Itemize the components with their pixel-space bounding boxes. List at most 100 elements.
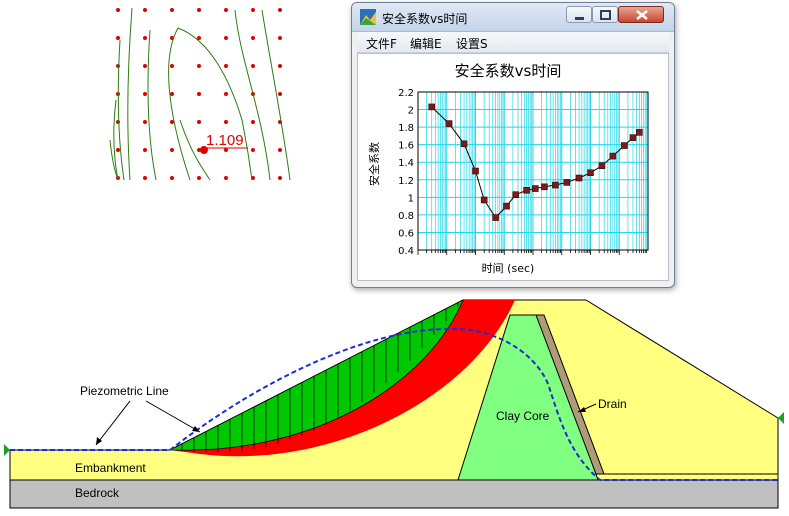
fs-point xyxy=(460,140,468,148)
menu-bar: 文件F 编辑E 设置S xyxy=(357,32,669,53)
fs-vs-time-chart: 安全系数vs时间 0.4 0.6 0.8 1 1.2 1.4 1.6 1.8 2 2.2 时间 (… xyxy=(367,62,649,275)
grid-dot xyxy=(251,36,255,40)
grid-dot xyxy=(251,8,255,12)
search-grid-dots xyxy=(116,8,282,180)
fs-point xyxy=(598,162,606,170)
grid-dot xyxy=(170,148,174,152)
fs-point xyxy=(609,152,617,160)
chart-panel: 安全系数vs时间 0.4 0.6 0.8 1 1.2 1.4 1.6 1.8 2 2.2 时间 (… xyxy=(357,53,669,281)
grid-dot xyxy=(116,8,120,12)
fs-point xyxy=(445,120,453,127)
grid-dot xyxy=(251,64,255,68)
grid-dot xyxy=(278,8,282,12)
grid-dot xyxy=(197,92,201,96)
fs-point xyxy=(621,142,628,149)
window-title: 安全系数vs时间 xyxy=(382,12,468,26)
y-tick-label: 0.4 xyxy=(398,246,414,257)
fs-point xyxy=(523,187,530,194)
grid-dot xyxy=(224,92,228,96)
grid-dot xyxy=(278,92,282,96)
close-button[interactable] xyxy=(618,6,664,23)
y-axis-label: 安全系数 xyxy=(367,142,381,186)
grid-dot xyxy=(197,64,201,68)
chart-grid xyxy=(417,91,649,251)
grid-dot xyxy=(143,64,147,68)
grid-dot xyxy=(116,148,120,152)
embankment-label: Embankment xyxy=(75,461,146,475)
grid-dot xyxy=(116,64,120,68)
grid-dot xyxy=(143,176,147,180)
x-axis-label: 时间 (sec) xyxy=(482,262,535,275)
grid-dot xyxy=(143,92,147,96)
maximize-icon xyxy=(600,10,611,20)
fs-point xyxy=(541,183,548,191)
piezometric-line-label: Piezometric Line xyxy=(80,384,169,398)
grid-dot xyxy=(197,120,201,124)
y-tick-label: 1 xyxy=(408,193,414,204)
grid-dot xyxy=(278,64,282,68)
grid-dot xyxy=(197,8,201,12)
close-icon xyxy=(636,10,648,20)
y-tick-label: 1.6 xyxy=(398,141,414,152)
grid-dot xyxy=(251,148,255,152)
fs-point xyxy=(563,179,571,186)
fs-point xyxy=(531,185,539,192)
x-axis-ticks xyxy=(417,250,648,255)
grid-dot xyxy=(143,120,147,124)
grid-dot xyxy=(143,8,147,12)
grid-dot xyxy=(251,120,255,124)
piezometric-arrow-2 xyxy=(145,400,201,433)
grid-dot xyxy=(224,176,228,180)
grid-dot xyxy=(278,148,282,152)
menu-edit[interactable]: 编辑E xyxy=(410,35,442,52)
window-titlebar[interactable]: 安全系数vs时间 xyxy=(352,3,674,32)
y-tick-label: 2.2 xyxy=(398,88,414,99)
bedrock-layer xyxy=(9,479,779,509)
grid-dot xyxy=(170,8,174,12)
minimize-button[interactable] xyxy=(566,6,592,23)
fs-point xyxy=(512,191,519,198)
clay-core-label: Clay Core xyxy=(496,409,550,423)
y-tick-label: 2 xyxy=(408,106,414,117)
y-tick-labels: 0.4 0.6 0.8 1 1.2 1.4 1.6 1.8 2 2.2 xyxy=(398,88,414,257)
bedrock-label: Bedrock xyxy=(75,486,120,500)
maximize-button[interactable] xyxy=(592,6,618,23)
y-tick-label: 0.6 xyxy=(398,228,414,239)
grid-dot xyxy=(278,36,282,40)
left-boundary-marker xyxy=(4,444,10,456)
fs-point xyxy=(636,129,643,136)
y-tick-label: 1.8 xyxy=(398,123,414,134)
grid-dot xyxy=(224,64,228,68)
grid-dot xyxy=(224,36,228,40)
fs-point xyxy=(503,202,510,210)
y-tick-label: 0.8 xyxy=(398,211,414,222)
grid-dot xyxy=(170,176,174,180)
piezometric-arrow-1 xyxy=(95,400,131,446)
grid-dot xyxy=(170,64,174,68)
grid-dot xyxy=(170,92,174,96)
grid-dot xyxy=(143,148,147,152)
grid-dot xyxy=(116,36,120,40)
grid-dot xyxy=(278,176,282,180)
grid-dot xyxy=(197,176,201,180)
fs-point xyxy=(587,169,594,177)
minimize-icon xyxy=(575,17,584,20)
fs-point xyxy=(552,181,559,189)
grid-dot xyxy=(143,36,147,40)
menu-settings[interactable]: 设置S xyxy=(456,35,488,52)
fs-vs-time-window[interactable]: 安全系数vs时间 文件F 编辑E 设置S 安全系数vs时间 0.4 0.6 0.8 1… xyxy=(351,2,675,288)
fs-point xyxy=(492,214,499,221)
grid-dot xyxy=(116,120,120,124)
y-tick-label: 1.4 xyxy=(398,158,414,169)
app-icon xyxy=(360,9,376,25)
y-tick-label: 1.2 xyxy=(398,176,414,187)
fs-point xyxy=(428,103,436,111)
menu-file[interactable]: 文件F xyxy=(366,35,397,52)
drain-label: Drain xyxy=(598,397,627,411)
fs-point xyxy=(472,167,479,175)
fs-point xyxy=(480,196,488,204)
grid-dot xyxy=(224,8,228,12)
fs-point xyxy=(575,174,583,182)
grid-dot xyxy=(224,120,228,124)
fs-point xyxy=(629,134,637,141)
